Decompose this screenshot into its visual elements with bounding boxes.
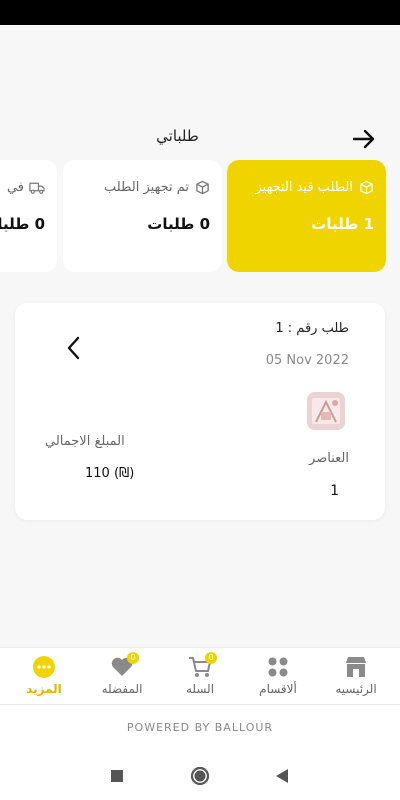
grid-icon	[265, 654, 291, 680]
store-icon	[343, 654, 369, 680]
total-label: المبلغ الاجمالي	[45, 434, 125, 449]
order-item-thumbnail	[307, 392, 345, 430]
nav-label: ألاقسام	[259, 682, 297, 696]
box-icon	[195, 180, 210, 195]
total-amount: 110 (₪)	[85, 466, 135, 481]
cart-badge: 0	[205, 652, 217, 664]
nav-home[interactable]: الرئيسيه	[316, 648, 396, 705]
recents-square-icon[interactable]	[105, 764, 129, 788]
home-circle-icon[interactable]	[188, 764, 212, 788]
cart-icon: 0	[187, 652, 217, 680]
system-navigation-bar	[0, 752, 400, 800]
back-triangle-icon[interactable]	[270, 764, 294, 788]
status-card-count: 1 طلبات	[311, 215, 374, 233]
nav-categories[interactable]: ألاقسام	[238, 648, 318, 705]
items-count: 1	[330, 483, 339, 499]
status-card-count: 0 طلبات	[0, 215, 45, 233]
status-card-label: تم تجهيز الطلب	[104, 180, 189, 195]
favorites-badge: 0	[127, 652, 139, 664]
nav-label: الرئيسيه	[335, 682, 377, 696]
powered-by-footer: POWERED BY BALLOUR	[0, 704, 400, 752]
order-status-summary: الطلب قيد التجهيز 1 طلبات تم تجهيز الطلب…	[0, 160, 400, 272]
status-bar	[0, 0, 400, 25]
order-number: طلب رقم : 1	[275, 321, 349, 336]
back-arrow-icon[interactable]	[350, 125, 378, 153]
status-card-shipping[interactable]: في 0 طلبات	[0, 160, 57, 272]
status-card-prepared[interactable]: تم تجهيز الطلب 0 طلبات	[63, 160, 222, 272]
status-card-label: في	[6, 180, 24, 195]
order-card[interactable]: طلب رقم : 1 05 Nov 2022 العناصر 1 المبلغ…	[15, 303, 385, 520]
items-label: العناصر	[309, 451, 349, 466]
status-card-count: 0 طلبات	[147, 215, 210, 233]
box-icon	[359, 180, 374, 195]
nav-cart[interactable]: 0 السله	[160, 648, 240, 705]
truck-icon	[29, 180, 45, 195]
status-card-label: الطلب قيد التجهيز	[255, 180, 353, 195]
more-icon	[31, 654, 57, 680]
order-date: 05 Nov 2022	[265, 353, 349, 368]
bottom-navigation: الرئيسيه ألاقسام 0 السله 0 المفضله المزي…	[0, 647, 400, 704]
header: طلباتي	[0, 25, 400, 160]
heart-icon: 0	[109, 652, 139, 680]
nav-label: المفضله	[101, 682, 143, 696]
nav-label: السله	[185, 682, 215, 696]
status-card-preparing[interactable]: الطلب قيد التجهيز 1 طلبات	[227, 160, 386, 272]
nav-label: المزيد	[26, 682, 62, 696]
page-title: طلباتي	[156, 127, 199, 145]
chevron-left-icon[interactable]	[63, 333, 85, 363]
nav-more[interactable]: المزيد	[4, 648, 84, 705]
nav-favorites[interactable]: 0 المفضله	[82, 648, 162, 705]
